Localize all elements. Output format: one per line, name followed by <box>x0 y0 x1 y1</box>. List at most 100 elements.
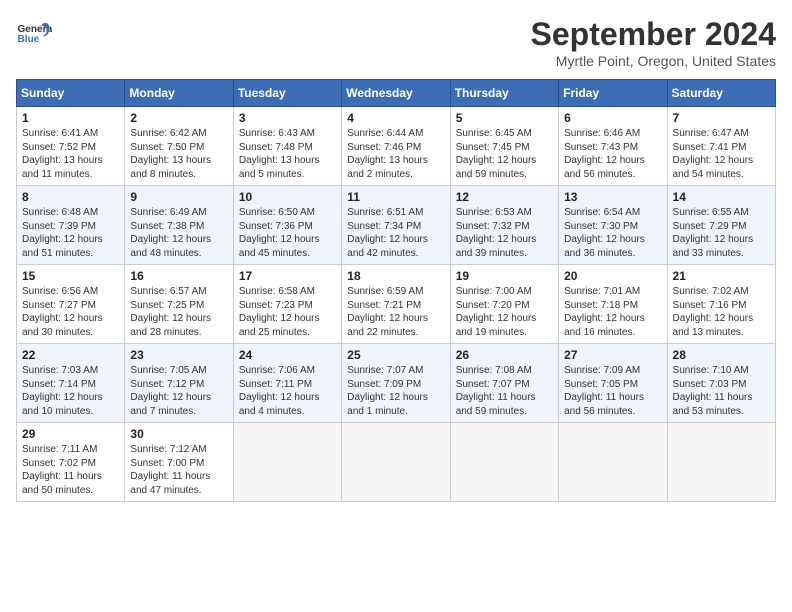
calendar-week-row: 15 Sunrise: 6:56 AMSunset: 7:27 PMDayligh… <box>17 265 776 344</box>
weekday-header: Monday <box>125 80 233 107</box>
day-info: Sunrise: 6:47 AMSunset: 7:41 PMDaylight:… <box>673 127 770 181</box>
day-info: Sunrise: 6:44 AMSunset: 7:46 PMDaylight:… <box>347 127 444 181</box>
location-title: Myrtle Point, Oregon, United States <box>531 53 776 69</box>
page-header: General Blue September 2024 Myrtle Point… <box>16 16 776 69</box>
day-number: 30 <box>130 427 227 441</box>
day-info: Sunrise: 7:12 AMSunset: 7:00 PMDaylight:… <box>130 443 227 497</box>
day-number: 2 <box>130 111 227 125</box>
calendar-day-cell: 27Sunrise: 7:09 AMSunset: 7:05 PMDayligh… <box>559 344 667 423</box>
calendar-day-cell: 2 Sunrise: 6:42 AMSunset: 7:50 PMDaylight… <box>125 107 233 186</box>
calendar-day-cell <box>559 423 667 502</box>
day-number: 11 <box>347 190 444 204</box>
calendar-day-cell: 28 Sunrise: 7:10 AMSunset: 7:03 PMDayligh… <box>667 344 775 423</box>
calendar-day-cell: 23 Sunrise: 7:05 AMSunset: 7:12 PMDayligh… <box>125 344 233 423</box>
calendar-day-cell: 6Sunrise: 6:46 AMSunset: 7:43 PMDaylight… <box>559 107 667 186</box>
calendar-day-cell: 16 Sunrise: 6:57 AMSunset: 7:25 PMDayligh… <box>125 265 233 344</box>
day-info: Sunrise: 6:45 AMSunset: 7:45 PMDaylight:… <box>456 127 553 181</box>
calendar-day-cell: 21 Sunrise: 7:02 AMSunset: 7:16 PMDayligh… <box>667 265 775 344</box>
calendar-day-cell: 13 Sunrise: 6:54 AMSunset: 7:30 PMDayligh… <box>559 186 667 265</box>
day-number: 8 <box>22 190 119 204</box>
calendar-day-cell: 3 Sunrise: 6:43 AMSunset: 7:48 PMDaylight… <box>233 107 341 186</box>
day-info: Sunrise: 6:56 AMSunset: 7:27 PMDaylight:… <box>22 285 119 339</box>
month-title: September 2024 <box>531 16 776 53</box>
calendar-day-cell <box>233 423 341 502</box>
day-number: 23 <box>130 348 227 362</box>
day-info: Sunrise: 6:54 AMSunset: 7:30 PMDaylight:… <box>564 206 661 260</box>
day-info: Sunrise: 7:00 AMSunset: 7:20 PMDaylight:… <box>456 285 553 339</box>
calendar-day-cell: 30 Sunrise: 7:12 AMSunset: 7:00 PMDayligh… <box>125 423 233 502</box>
calendar-week-row: 29Sunrise: 7:11 AMSunset: 7:02 PMDayligh… <box>17 423 776 502</box>
calendar-day-cell <box>450 423 558 502</box>
day-info: Sunrise: 7:02 AMSunset: 7:16 PMDaylight:… <box>673 285 770 339</box>
day-number: 17 <box>239 269 336 283</box>
calendar-day-cell: 19Sunrise: 7:00 AMSunset: 7:20 PMDayligh… <box>450 265 558 344</box>
day-number: 20 <box>564 269 661 283</box>
day-number: 28 <box>673 348 770 362</box>
day-number: 24 <box>239 348 336 362</box>
day-info: Sunrise: 6:49 AMSunset: 7:38 PMDaylight:… <box>130 206 227 260</box>
weekday-header-row: SundayMondayTuesdayWednesdayThursdayFrid… <box>17 80 776 107</box>
logo: General Blue <box>16 16 52 52</box>
day-number: 16 <box>130 269 227 283</box>
day-number: 21 <box>673 269 770 283</box>
calendar-day-cell: 24 Sunrise: 7:06 AMSunset: 7:11 PMDayligh… <box>233 344 341 423</box>
calendar-day-cell: 26Sunrise: 7:08 AMSunset: 7:07 PMDayligh… <box>450 344 558 423</box>
day-info: Sunrise: 6:58 AMSunset: 7:23 PMDaylight:… <box>239 285 336 339</box>
calendar-day-cell: 20Sunrise: 7:01 AMSunset: 7:18 PMDayligh… <box>559 265 667 344</box>
calendar-day-cell: 8 Sunrise: 6:48 AMSunset: 7:39 PMDaylight… <box>17 186 125 265</box>
weekday-header: Wednesday <box>342 80 450 107</box>
calendar-day-cell: 29Sunrise: 7:11 AMSunset: 7:02 PMDayligh… <box>17 423 125 502</box>
day-info: Sunrise: 6:48 AMSunset: 7:39 PMDaylight:… <box>22 206 119 260</box>
day-number: 3 <box>239 111 336 125</box>
day-info: Sunrise: 7:07 AMSunset: 7:09 PMDaylight:… <box>347 364 444 418</box>
day-info: Sunrise: 6:43 AMSunset: 7:48 PMDaylight:… <box>239 127 336 181</box>
calendar-day-cell: 18 Sunrise: 6:59 AMSunset: 7:21 PMDayligh… <box>342 265 450 344</box>
weekday-header: Sunday <box>17 80 125 107</box>
day-info: Sunrise: 7:06 AMSunset: 7:11 PMDaylight:… <box>239 364 336 418</box>
day-info: Sunrise: 6:59 AMSunset: 7:21 PMDaylight:… <box>347 285 444 339</box>
day-number: 26 <box>456 348 553 362</box>
day-number: 5 <box>456 111 553 125</box>
day-info: Sunrise: 6:41 AMSunset: 7:52 PMDaylight:… <box>22 127 119 181</box>
calendar-day-cell: 5 Sunrise: 6:45 AMSunset: 7:45 PMDaylight… <box>450 107 558 186</box>
svg-text:Blue: Blue <box>17 34 39 45</box>
day-number: 22 <box>22 348 119 362</box>
calendar-day-cell: 1Sunrise: 6:41 AMSunset: 7:52 PMDaylight… <box>17 107 125 186</box>
calendar-day-cell: 14Sunrise: 6:55 AMSunset: 7:29 PMDayligh… <box>667 186 775 265</box>
calendar-day-cell: 4Sunrise: 6:44 AMSunset: 7:46 PMDaylight… <box>342 107 450 186</box>
day-info: Sunrise: 7:10 AMSunset: 7:03 PMDaylight:… <box>673 364 770 418</box>
day-info: Sunrise: 7:11 AMSunset: 7:02 PMDaylight:… <box>22 443 119 497</box>
day-number: 9 <box>130 190 227 204</box>
weekday-header: Thursday <box>450 80 558 107</box>
day-number: 10 <box>239 190 336 204</box>
calendar-day-cell <box>667 423 775 502</box>
day-number: 13 <box>564 190 661 204</box>
day-number: 25 <box>347 348 444 362</box>
day-number: 7 <box>673 111 770 125</box>
calendar-week-row: 22 Sunrise: 7:03 AMSunset: 7:14 PMDayligh… <box>17 344 776 423</box>
calendar-week-row: 8 Sunrise: 6:48 AMSunset: 7:39 PMDaylight… <box>17 186 776 265</box>
day-info: Sunrise: 6:51 AMSunset: 7:34 PMDaylight:… <box>347 206 444 260</box>
day-number: 18 <box>347 269 444 283</box>
calendar-week-row: 1Sunrise: 6:41 AMSunset: 7:52 PMDaylight… <box>17 107 776 186</box>
day-info: Sunrise: 7:03 AMSunset: 7:14 PMDaylight:… <box>22 364 119 418</box>
day-info: Sunrise: 6:50 AMSunset: 7:36 PMDaylight:… <box>239 206 336 260</box>
calendar-day-cell: 15 Sunrise: 6:56 AMSunset: 7:27 PMDayligh… <box>17 265 125 344</box>
day-info: Sunrise: 7:05 AMSunset: 7:12 PMDaylight:… <box>130 364 227 418</box>
day-number: 12 <box>456 190 553 204</box>
calendar-day-cell: 25 Sunrise: 7:07 AMSunset: 7:09 PMDayligh… <box>342 344 450 423</box>
day-number: 15 <box>22 269 119 283</box>
calendar-day-cell: 22 Sunrise: 7:03 AMSunset: 7:14 PMDayligh… <box>17 344 125 423</box>
day-info: Sunrise: 6:42 AMSunset: 7:50 PMDaylight:… <box>130 127 227 181</box>
calendar-day-cell: 17 Sunrise: 6:58 AMSunset: 7:23 PMDayligh… <box>233 265 341 344</box>
logo-icon: General Blue <box>16 16 52 52</box>
calendar-day-cell <box>342 423 450 502</box>
calendar-day-cell: 9 Sunrise: 6:49 AMSunset: 7:38 PMDaylight… <box>125 186 233 265</box>
calendar-day-cell: 10 Sunrise: 6:50 AMSunset: 7:36 PMDayligh… <box>233 186 341 265</box>
day-info: Sunrise: 6:46 AMSunset: 7:43 PMDaylight:… <box>564 127 661 181</box>
weekday-header: Saturday <box>667 80 775 107</box>
day-info: Sunrise: 6:57 AMSunset: 7:25 PMDaylight:… <box>130 285 227 339</box>
weekday-header: Friday <box>559 80 667 107</box>
day-number: 14 <box>673 190 770 204</box>
day-number: 27 <box>564 348 661 362</box>
